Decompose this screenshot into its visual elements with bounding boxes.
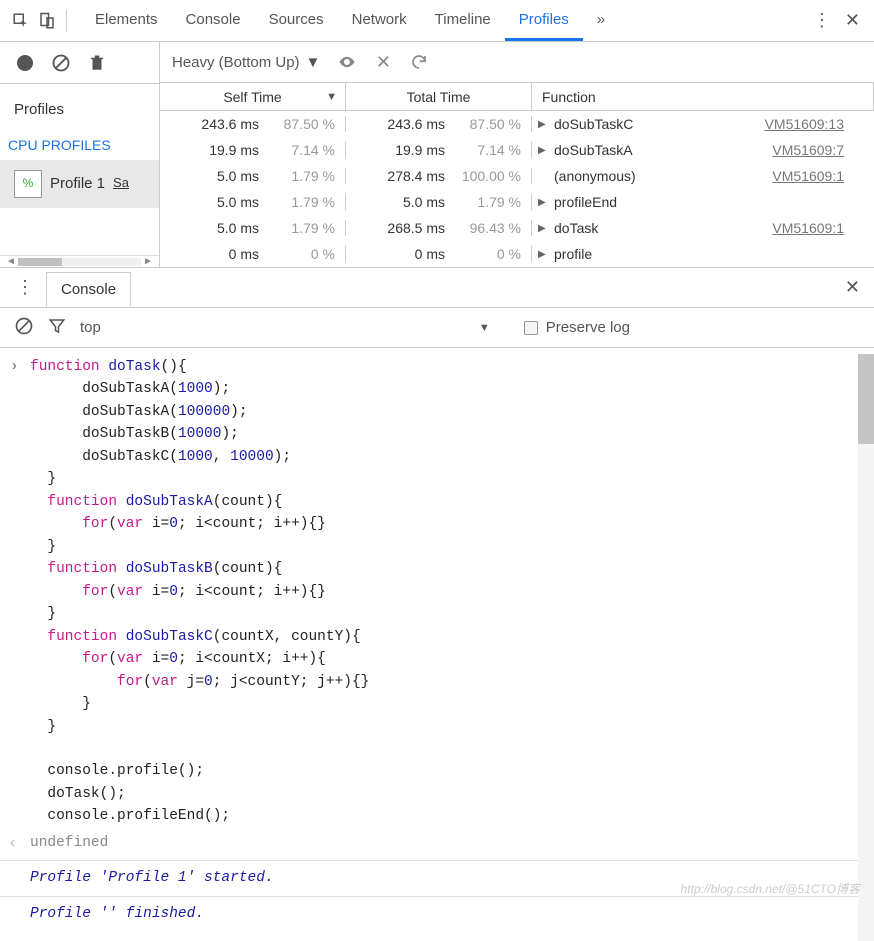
kebab-menu-icon[interactable]: ⋮ — [813, 10, 831, 31]
vertical-scrollbar[interactable] — [858, 354, 874, 941]
tab-more[interactable]: » — [583, 1, 619, 41]
drawer-tab-console[interactable]: Console — [46, 272, 131, 306]
expand-icon[interactable]: ▶ — [538, 145, 550, 156]
preserve-log-checkbox[interactable] — [524, 321, 538, 335]
tab-network[interactable]: Network — [338, 1, 421, 41]
profiles-panel: Profiles CPU PROFILES % Profile 1Sa ◄ ► … — [0, 42, 874, 268]
cell-self-time: 0 ms0 % — [160, 246, 346, 262]
table-row[interactable]: 5.0 ms1.79 %268.5 ms96.43 %▶doTaskVM5160… — [160, 215, 874, 241]
cell-self-time: 5.0 ms1.79 % — [160, 168, 346, 184]
view-mode-select[interactable]: Heavy (Bottom Up) ▼ — [172, 54, 320, 71]
table-row[interactable]: 19.9 ms7.14 %19.9 ms7.14 %▶doSubTaskAVM5… — [160, 137, 874, 163]
source-link[interactable]: VM51609:13 — [765, 116, 874, 132]
profile-item[interactable]: % Profile 1 Sa — [0, 160, 159, 208]
table-row[interactable]: 5.0 ms1.79 %5.0 ms1.79 %▶profileEnd — [160, 189, 874, 215]
expand-icon[interactable]: ▶ — [538, 223, 550, 234]
clear-console-icon[interactable] — [14, 316, 34, 340]
drawer-close-icon[interactable]: ✕ — [845, 277, 866, 298]
expand-icon[interactable]: ▶ — [538, 119, 550, 130]
context-chevron-icon[interactable]: ▼ — [479, 322, 490, 334]
chevron-down-icon: ▼ — [306, 54, 321, 71]
tab-console[interactable]: Console — [172, 1, 255, 41]
console-return-line: undefined — [0, 830, 874, 856]
scroll-right-icon[interactable]: ► — [141, 257, 155, 267]
table-header: Self Time▼ Total Time Function — [160, 83, 874, 111]
table-body: 243.6 ms87.50 %243.6 ms87.50 %▶doSubTask… — [160, 111, 874, 267]
table-row[interactable]: 5.0 ms1.79 %278.4 ms100.00 %(anonymous)V… — [160, 163, 874, 189]
inspect-element-icon[interactable] — [8, 8, 34, 34]
cell-function: ▶doSubTaskCVM51609:13 — [532, 116, 874, 132]
console-message-line: Profile '' finished. — [0, 901, 874, 927]
close-chart-icon[interactable]: ✕ — [374, 53, 392, 71]
tab-elements[interactable]: Elements — [81, 1, 172, 41]
record-button[interactable] — [14, 52, 36, 74]
cell-total-time: 268.5 ms96.43 % — [346, 220, 532, 236]
source-link[interactable]: VM51609:1 — [772, 220, 874, 236]
sidebar-toolbar — [0, 42, 159, 84]
devtools-top-bar: Elements Console Sources Network Timelin… — [0, 0, 874, 42]
refresh-icon[interactable] — [410, 53, 428, 71]
cell-total-time: 0 ms0 % — [346, 246, 532, 262]
console-toolbar: top ▼ Preserve log — [0, 308, 874, 348]
sidebar-section[interactable]: CPU PROFILES — [0, 130, 159, 160]
scroll-left-icon[interactable]: ◄ — [4, 257, 18, 267]
cell-function: ▶doTaskVM51609:1 — [532, 220, 874, 236]
profile-content: Heavy (Bottom Up) ▼ ✕ Self Time▼ Total T… — [160, 42, 874, 267]
col-total-time[interactable]: Total Time — [346, 83, 532, 110]
cell-function: (anonymous)VM51609:1 — [532, 168, 874, 184]
col-function[interactable]: Function — [532, 83, 874, 110]
profile-toolbar: Heavy (Bottom Up) ▼ ✕ — [160, 42, 874, 83]
cell-self-time: 5.0 ms1.79 % — [160, 194, 346, 210]
table-row[interactable]: 243.6 ms87.50 %243.6 ms87.50 %▶doSubTask… — [160, 111, 874, 137]
profiles-sidebar: Profiles CPU PROFILES % Profile 1 Sa ◄ ► — [0, 42, 160, 267]
profile-label: Profile 1 — [50, 174, 105, 194]
sidebar-body: Profiles CPU PROFILES % Profile 1 Sa — [0, 84, 159, 255]
eye-icon[interactable] — [338, 53, 356, 71]
tab-sources[interactable]: Sources — [255, 1, 338, 41]
table-row[interactable]: 0 ms0 %0 ms0 %▶profile — [160, 241, 874, 267]
tab-timeline[interactable]: Timeline — [421, 1, 505, 41]
cell-self-time: 19.9 ms7.14 % — [160, 142, 346, 158]
cell-total-time: 5.0 ms1.79 % — [346, 194, 532, 210]
profile-suffix: Sa — [113, 175, 129, 192]
delete-button[interactable] — [86, 52, 108, 74]
divider — [0, 860, 874, 861]
expand-icon[interactable]: ▶ — [538, 197, 550, 208]
cell-self-time: 243.6 ms87.50 % — [160, 116, 346, 132]
source-link[interactable]: VM51609:1 — [772, 168, 874, 184]
watermark: http://blog.csdn.net/@51CTO博客 — [681, 880, 860, 897]
profile-icon: % — [14, 170, 42, 198]
col-self-time[interactable]: Self Time▼ — [160, 83, 346, 110]
clear-button[interactable] — [50, 52, 72, 74]
expand-icon[interactable]: ▶ — [538, 249, 550, 260]
cell-total-time: 278.4 ms100.00 % — [346, 168, 532, 184]
cell-self-time: 5.0 ms1.79 % — [160, 220, 346, 236]
filter-icon[interactable] — [48, 317, 66, 339]
drawer-header: ⋮ Console ✕ — [0, 268, 874, 308]
cell-total-time: 19.9 ms7.14 % — [346, 142, 532, 158]
context-select[interactable]: top — [80, 319, 101, 336]
console-body[interactable]: function doTask(){ doSubTaskA(1000); doS… — [0, 348, 874, 927]
sidebar-title: Profiles — [0, 84, 159, 130]
cell-function: ▶profile — [532, 246, 874, 262]
cell-total-time: 243.6 ms87.50 % — [346, 116, 532, 132]
cell-function: ▶profileEnd — [532, 194, 874, 210]
drawer-menu-icon[interactable]: ⋮ — [8, 277, 42, 298]
console-input-line: function doTask(){ doSubTaskA(1000); doS… — [0, 354, 874, 830]
sort-desc-icon: ▼ — [326, 91, 337, 103]
tabs-row: Elements Console Sources Network Timelin… — [73, 1, 813, 41]
preserve-log-label: Preserve log — [546, 319, 630, 336]
view-mode-label: Heavy (Bottom Up) — [172, 54, 300, 71]
divider — [66, 10, 67, 32]
cell-function: ▶doSubTaskAVM51609:7 — [532, 142, 874, 158]
close-icon[interactable]: ✕ — [845, 10, 860, 31]
tab-profiles[interactable]: Profiles — [505, 1, 583, 41]
device-toolbar-icon[interactable] — [34, 8, 60, 34]
sidebar-hscroll[interactable]: ◄ ► — [0, 255, 159, 267]
top-right-icons: ⋮ ✕ — [813, 10, 866, 31]
source-link[interactable]: VM51609:7 — [772, 142, 874, 158]
